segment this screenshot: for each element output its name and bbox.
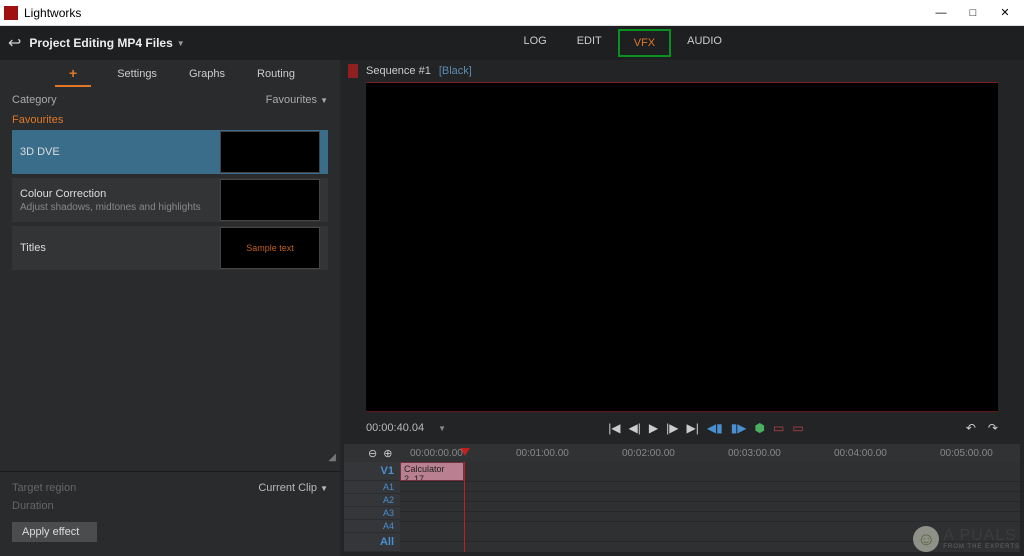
ruler-tick: 00:04:00.00 <box>834 448 887 459</box>
expand-icon[interactable]: ◢ <box>328 452 336 463</box>
back-icon[interactable]: ↩ <box>8 33 21 53</box>
category-filter[interactable]: Favourites ▼ <box>266 94 328 106</box>
app-icon <box>4 6 18 20</box>
watermark: ☺ A PUALS FROM THE EXPERTS <box>913 526 1020 552</box>
effect-titles[interactable]: Titles Sample text <box>12 226 328 270</box>
ruler-tick: 00:01:00.00 <box>516 448 569 459</box>
redo-button[interactable]: ↷ <box>988 421 998 435</box>
mark-in-button[interactable]: ◀▮ <box>707 421 723 435</box>
tab-audio[interactable]: AUDIO <box>673 29 736 57</box>
chevron-down-icon: ▼ <box>320 484 328 493</box>
goto-end-button[interactable]: ▶| <box>687 421 699 435</box>
effect-thumb <box>220 179 320 221</box>
tab-edit[interactable]: EDIT <box>563 29 616 57</box>
effect-thumb <box>220 131 320 173</box>
undo-button[interactable]: ↶ <box>966 421 976 435</box>
category-label: Category <box>12 94 57 106</box>
chevron-down-icon: ▼ <box>320 96 328 105</box>
target-region-value[interactable]: Current Clip ▼ <box>258 482 328 494</box>
window-title: Lightworks <box>24 6 81 20</box>
project-title[interactable]: Project Editing MP4 Files <box>29 36 172 50</box>
ruler-tick: 00:03:00.00 <box>728 448 781 459</box>
apply-effect-button[interactable]: Apply effect <box>12 522 97 542</box>
step-back-button[interactable]: ◀| <box>629 421 641 435</box>
effect-desc: Adjust shadows, midtones and highlights <box>20 202 212 213</box>
panel-tab-graphs[interactable]: Graphs <box>183 62 231 86</box>
timecode: 00:00:40.04 <box>366 422 424 434</box>
panel-tab-add[interactable]: + <box>55 61 91 87</box>
track-label-all[interactable]: All <box>344 533 400 552</box>
track-label-v1[interactable]: V1 <box>344 462 400 481</box>
target-region-label: Target region <box>12 482 76 494</box>
mark-out-button[interactable]: ▮▶ <box>731 421 747 435</box>
panel-tab-settings[interactable]: Settings <box>111 62 163 86</box>
marker-button[interactable]: ⬢ <box>755 421 765 435</box>
track-label-a2[interactable]: A2 <box>344 494 400 507</box>
project-dropdown-icon[interactable]: ▼ <box>177 39 185 48</box>
track-label-a1[interactable]: A1 <box>344 481 400 494</box>
maximize-button[interactable]: □ <box>966 6 980 20</box>
track-label-a3[interactable]: A3 <box>344 507 400 520</box>
remove-button[interactable]: ▭ <box>773 421 784 435</box>
tab-log[interactable]: LOG <box>509 29 560 57</box>
effect-name: Colour Correction <box>20 188 212 200</box>
delete-button[interactable]: ▭ <box>792 421 803 435</box>
sequence-marker-icon <box>348 64 358 78</box>
effect-colour-correction[interactable]: Colour Correction Adjust shadows, midton… <box>12 178 328 222</box>
ruler-tick: 00:00:00.00 <box>410 448 463 459</box>
timeline-clip[interactable]: Calculator 2_17 <box>400 462 464 481</box>
effects-panel: + Settings Graphs Routing Category Favou… <box>0 60 340 556</box>
tab-vfx[interactable]: VFX <box>618 29 671 57</box>
panel-tab-routing[interactable]: Routing <box>251 62 301 86</box>
close-button[interactable]: ✕ <box>998 6 1012 20</box>
step-forward-button[interactable]: |▶ <box>666 421 678 435</box>
zoom-out-button[interactable]: ⊖ <box>368 447 377 460</box>
effect-name: 3D DVE <box>20 146 212 158</box>
top-bar: ↩ Project Editing MP4 Files ▼ LOG EDIT V… <box>0 26 1024 60</box>
timecode-dropdown-icon[interactable]: ▼ <box>438 424 446 433</box>
sequence-name: Sequence #1 <box>366 65 431 77</box>
effect-3d-dve[interactable]: 3D DVE <box>12 130 328 174</box>
timeline-ruler[interactable]: ⊖ ⊕ 00:00:00.00 00:01:00.00 00:02:00.00 … <box>344 444 1020 462</box>
playhead-line[interactable] <box>464 462 465 552</box>
sequence-clip-name: [Black] <box>439 65 472 77</box>
goto-start-button[interactable]: |◀ <box>608 421 620 435</box>
video-viewer[interactable] <box>366 82 998 412</box>
viewer-panel: Sequence #1 [Black] 00:00:40.04 ▼ |◀ ◀| … <box>340 60 1024 556</box>
zoom-in-button[interactable]: ⊕ <box>383 447 392 460</box>
effect-name: Titles <box>20 242 212 254</box>
duration-label: Duration <box>12 500 54 512</box>
window-titlebar: Lightworks — □ ✕ <box>0 0 1024 26</box>
favourites-heading: Favourites <box>0 112 340 128</box>
ruler-tick: 00:02:00.00 <box>622 448 675 459</box>
ruler-tick: 00:05:00.00 <box>940 448 993 459</box>
watermark-logo-icon: ☺ <box>913 526 939 552</box>
effect-thumb: Sample text <box>220 227 320 269</box>
minimize-button[interactable]: — <box>934 6 948 20</box>
track-label-a4[interactable]: A4 <box>344 520 400 533</box>
play-button[interactable]: ▶ <box>649 421 658 435</box>
